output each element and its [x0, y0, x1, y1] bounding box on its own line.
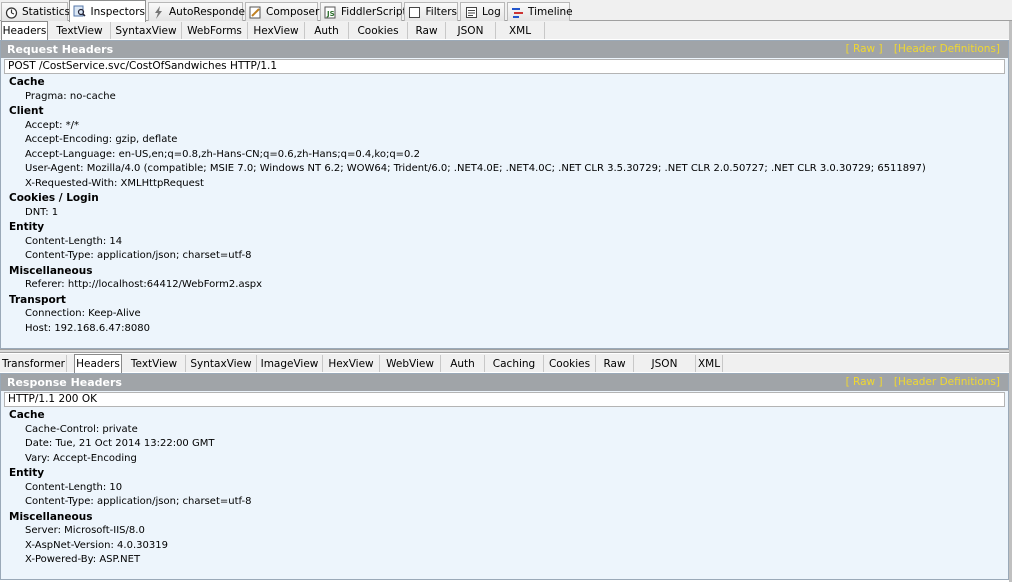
response-tab-caching[interactable]: Caching [485, 355, 544, 372]
request-tab-json[interactable]: JSON [446, 22, 496, 39]
request-tab-syntaxview[interactable]: SyntaxView [111, 22, 182, 39]
script-icon: JS [324, 5, 337, 19]
tab-label: AutoResponder [169, 6, 250, 18]
response-headers-header: Response Headers [ Raw ] [Header Definit… [1, 374, 1008, 391]
tab-fiddlerscript[interactable]: JS FiddlerScript [320, 2, 407, 21]
panel-splitter[interactable] [0, 349, 1012, 353]
tab-label: Filters [425, 6, 457, 18]
response-header-x-powered-by[interactable]: X-Powered-By: ASP.NET [9, 553, 1008, 568]
request-header-dnt[interactable]: DNT: 1 [9, 206, 1008, 221]
request-header-accept-encoding[interactable]: Accept-Encoding: gzip, deflate [9, 133, 1008, 148]
tab-label: Statistics [22, 6, 70, 18]
tab-label: Composer [266, 6, 320, 18]
request-header-connection[interactable]: Connection: Keep-Alive [9, 307, 1008, 322]
svg-text:JS: JS [326, 10, 335, 18]
tab-autoresponder[interactable]: AutoResponder [148, 2, 249, 21]
response-tab-auth[interactable]: Auth [441, 355, 485, 372]
stopwatch-icon [5, 5, 18, 19]
request-tab-bar: Headers TextView SyntaxView WebForms Hex… [0, 21, 1012, 40]
request-tab-textview[interactable]: TextView [49, 22, 111, 39]
top-tab-bar: Statistics Inspectors AutoResponder Comp… [0, 0, 1012, 22]
tab-composer[interactable]: Composer [245, 2, 320, 21]
response-tab-json[interactable]: JSON [634, 355, 696, 372]
tab-timeline[interactable]: Timeline [507, 2, 573, 21]
request-headers-header: Request Headers [ Raw ] [Header Definiti… [1, 41, 1008, 58]
request-group-miscellaneous[interactable]: Miscellaneous [9, 264, 1008, 279]
pencil-icon [249, 5, 262, 19]
response-header-vary[interactable]: Vary: Accept-Encoding [9, 452, 1008, 467]
request-header-accept-language[interactable]: Accept-Language: en-US,en;q=0.8,zh-Hans-… [9, 148, 1008, 163]
request-header-content-length[interactable]: Content-Length: 14 [9, 235, 1008, 250]
response-tab-headers[interactable]: Headers [74, 354, 122, 373]
request-header-pragma[interactable]: Pragma: no-cache [9, 90, 1008, 105]
response-tab-syntaxview[interactable]: SyntaxView [186, 355, 257, 372]
request-group-transport[interactable]: Transport [9, 293, 1008, 308]
request-tab-raw[interactable]: Raw [408, 22, 446, 39]
request-header-x-requested-with[interactable]: X-Requested-With: XMLHttpRequest [9, 177, 1008, 192]
response-group-cache[interactable]: Cache [9, 408, 1008, 423]
tab-inspectors[interactable]: Inspectors [69, 0, 146, 22]
response-tab-webview[interactable]: WebView [380, 355, 441, 372]
request-header-definitions-link[interactable]: [Header Definitions] [894, 43, 1000, 55]
timeline-icon [511, 5, 524, 19]
log-icon [464, 5, 478, 19]
response-tab-imageview[interactable]: ImageView [257, 355, 323, 372]
response-header-content-type[interactable]: Content-Type: application/json; charset=… [9, 495, 1008, 510]
checkbox-icon [408, 5, 422, 19]
request-group-client[interactable]: Client [9, 104, 1008, 119]
response-tab-textview[interactable]: TextView [123, 355, 186, 372]
tab-label: Log [482, 6, 501, 18]
response-tab-xml[interactable]: XML [696, 355, 723, 372]
request-header-referer[interactable]: Referer: http://localhost:64412/WebForm2… [9, 278, 1008, 293]
request-header-host[interactable]: Host: 192.168.6.47:8080 [9, 322, 1008, 337]
lightning-icon [152, 5, 165, 19]
request-tab-hexview[interactable]: HexView [248, 22, 305, 39]
request-headers-title: Request Headers [7, 43, 114, 56]
response-header-tree: Cache Cache-Control: private Date: Tue, … [1, 407, 1008, 568]
request-group-cache[interactable]: Cache [9, 75, 1008, 90]
response-header-content-length[interactable]: Content-Length: 10 [9, 481, 1008, 496]
request-header-accept[interactable]: Accept: */* [9, 119, 1008, 134]
response-header-cache-control[interactable]: Cache-Control: private [9, 423, 1008, 438]
response-raw-link[interactable]: [ Raw ] [846, 376, 883, 388]
tab-label: FiddlerScript [341, 6, 407, 18]
tab-label: Timeline [528, 6, 573, 18]
tab-label: Inspectors [90, 5, 145, 18]
response-tab-bar: Transformer Headers TextView SyntaxView … [0, 354, 1012, 373]
response-header-date[interactable]: Date: Tue, 21 Oct 2014 13:22:00 GMT [9, 437, 1008, 452]
request-header-user-agent[interactable]: User-Agent: Mozilla/4.0 (compatible; MSI… [9, 162, 1008, 177]
status-line[interactable]: HTTP/1.1 200 OK [4, 392, 1005, 407]
request-headers-panel: Request Headers [ Raw ] [Header Definiti… [0, 40, 1009, 349]
response-header-x-aspnet-version[interactable]: X-AspNet-Version: 4.0.30319 [9, 539, 1008, 554]
response-headers-title: Response Headers [7, 376, 122, 389]
response-tab-transformer[interactable]: Transformer [1, 355, 67, 372]
response-header-definitions-link[interactable]: [Header Definitions] [894, 376, 1000, 388]
response-tab-raw[interactable]: Raw [596, 355, 634, 372]
request-header-content-type[interactable]: Content-Type: application/json; charset=… [9, 249, 1008, 264]
request-line[interactable]: POST /CostService.svc/CostOfSandwiches H… [4, 59, 1005, 74]
response-group-entity[interactable]: Entity [9, 466, 1008, 481]
tab-statistics[interactable]: Statistics [1, 2, 70, 21]
request-group-cookies-login[interactable]: Cookies / Login [9, 191, 1008, 206]
response-header-server[interactable]: Server: Microsoft-IIS/8.0 [9, 524, 1008, 539]
request-raw-link[interactable]: [ Raw ] [846, 43, 883, 55]
request-tab-headers[interactable]: Headers [1, 21, 48, 40]
request-tab-auth[interactable]: Auth [305, 22, 349, 39]
response-tab-cookies[interactable]: Cookies [544, 355, 596, 372]
tab-log[interactable]: Log [460, 2, 505, 21]
tab-filters[interactable]: Filters [404, 2, 458, 21]
response-group-miscellaneous[interactable]: Miscellaneous [9, 510, 1008, 525]
magnifier-icon [73, 5, 87, 19]
request-tab-xml[interactable]: XML [496, 22, 545, 39]
request-tab-cookies[interactable]: Cookies [349, 22, 408, 39]
response-headers-panel: Response Headers [ Raw ] [Header Definit… [0, 373, 1009, 580]
response-tab-hexview[interactable]: HexView [323, 355, 380, 372]
request-header-tree: Cache Pragma: no-cache Client Accept: */… [1, 74, 1008, 336]
request-tab-webforms[interactable]: WebForms [182, 22, 248, 39]
request-group-entity[interactable]: Entity [9, 220, 1008, 235]
